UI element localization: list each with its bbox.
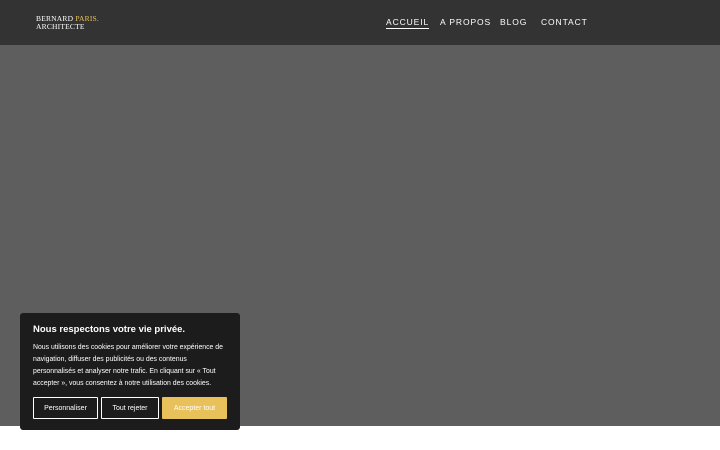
reject-all-button[interactable]: Tout rejeter: [101, 397, 159, 419]
nav-item-a-propos[interactable]: A PROPOS: [440, 17, 491, 27]
logo-subtitle: ARCHITECTE: [36, 21, 85, 31]
accept-all-button[interactable]: Accepter tout: [162, 397, 227, 419]
customize-button[interactable]: Personnaliser: [33, 397, 98, 419]
nav-item-contact[interactable]: CONTACT: [541, 17, 588, 27]
cookie-banner: Nous respectons votre vie privée. Nous u…: [20, 313, 240, 430]
nav-item-blog[interactable]: BLOG: [500, 17, 527, 27]
nav-item-accueil[interactable]: ACCUEIL: [386, 17, 430, 29]
cookie-banner-text: Nous utilisons des cookies pour améliore…: [33, 344, 223, 387]
site-header: BERNARD PARIS. ARCHITECTE ACCUEIL A PROP…: [0, 0, 720, 45]
site-logo[interactable]: BERNARD PARIS. ARCHITECTE: [36, 15, 99, 30]
cookie-banner-title: Nous respectons votre vie privée.: [33, 324, 186, 335]
